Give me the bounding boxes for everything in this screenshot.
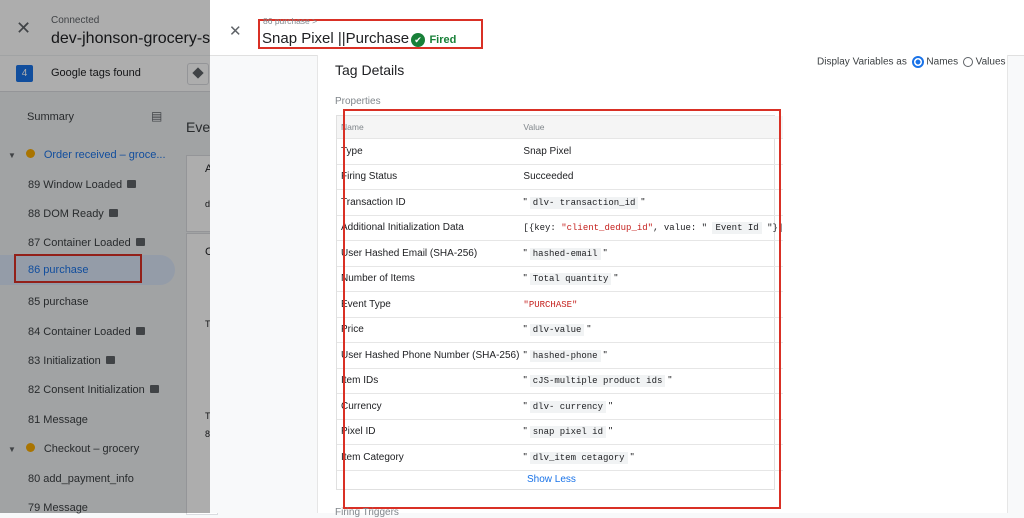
names-radio[interactable] <box>911 56 924 68</box>
panel-header: ✕ 86 purchase > Snap Pixel ||Purchase ✔ … <box>210 0 1024 56</box>
fired-status-badge: ✔ Fired <box>411 31 456 49</box>
properties-label: Properties <box>335 96 381 107</box>
properties-highlight-box <box>343 109 781 509</box>
values-radio[interactable] <box>962 57 973 67</box>
close-icon[interactable]: ✕ <box>229 22 242 40</box>
tag-detail-panel: ✕ 86 purchase > Snap Pixel ||Purchase ✔ … <box>210 0 1024 518</box>
section-title: Tag Details <box>335 62 405 78</box>
tag-title: Snap Pixel ||Purchase <box>262 30 410 47</box>
display-variables-toggle: Display Variables as Names Values <box>817 56 1006 68</box>
tag-details-card: Tag Details Display Variables as Names V… <box>317 55 1008 518</box>
names-radio-label[interactable]: Names <box>926 57 958 68</box>
values-radio-label[interactable]: Values <box>976 57 1006 68</box>
fired-status-label: Fired <box>429 33 457 46</box>
check-circle-icon: ✔ <box>411 32 425 47</box>
breadcrumb[interactable]: 86 purchase > <box>263 16 317 26</box>
display-vars-label: Display Variables as <box>817 56 907 68</box>
